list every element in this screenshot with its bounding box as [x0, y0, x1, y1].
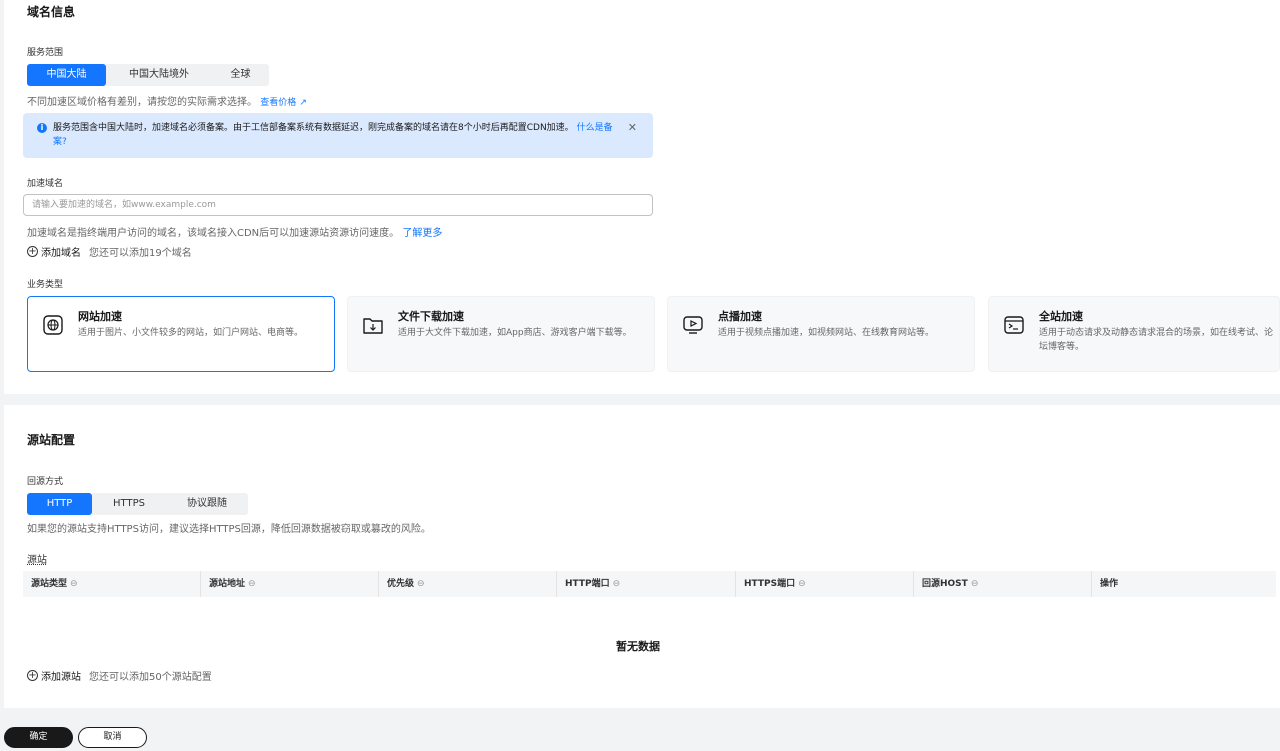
back-source-hint: 如果您的源站支持HTTPS访问，建议选择HTTPS回源，降低回源数据被窃取或篡改… — [27, 524, 431, 535]
col-label: 源站类型 — [31, 579, 68, 589]
back-source-https[interactable]: HTTPS — [92, 493, 166, 515]
price-hint: 不同加速区域价格有差别，请按您的实际需求选择。 查看价格 ↗ — [27, 93, 307, 108]
add-domain-button[interactable]: 添加域名 — [41, 244, 81, 259]
col-origin-address[interactable]: 源站地址 ⊖ — [201, 571, 379, 597]
sort-icon[interactable]: ⊖ — [613, 579, 621, 589]
sort-icon[interactable]: ⊖ — [70, 579, 78, 589]
back-source-follow[interactable]: 协议跟随 — [166, 493, 248, 515]
notice-text: 服务范围含中国大陆时，加速域名必须备案。由于工信部备案系统有数据延迟，刚完成备案… — [53, 123, 574, 133]
table-empty-text: 暂无数据 — [616, 640, 660, 653]
biz-desc: 适用于大文件下载加速，如App商店、游戏客户端下载等。 — [398, 328, 632, 338]
biz-title: 网站加速 — [78, 310, 122, 323]
col-http-port[interactable]: HTTP端口 ⊖ — [557, 571, 736, 597]
confirm-button[interactable]: 确定 — [4, 727, 73, 748]
col-label: HTTP端口 — [565, 579, 610, 589]
domain-name-input[interactable] — [23, 194, 653, 216]
col-label: HTTPS端口 — [744, 579, 796, 589]
col-back-source-host[interactable]: 回源HOST ⊖ — [914, 571, 1092, 597]
origin-config-title: 源站配置 — [27, 433, 76, 447]
origin-label: 源站 — [27, 555, 47, 566]
biz-desc: 适用于图片、小文件较多的网站，如门户网站、电商等。 — [78, 328, 304, 338]
back-source-selector: HTTP HTTPS 协议跟随 — [27, 493, 248, 515]
biz-card-full-site[interactable]: 全站加速 适用于动态请求及动静态请求混合的场景，如在线考试、论坛博客等。 — [988, 296, 1280, 372]
sort-icon[interactable]: ⊖ — [798, 579, 806, 589]
biz-title: 文件下载加速 — [398, 310, 464, 323]
biz-desc: 适用于视频点播加速，如视频网站、在线教育网站等。 — [718, 328, 935, 338]
folder-download-icon — [363, 318, 383, 334]
sort-icon[interactable]: ⊖ — [971, 579, 979, 589]
col-origin-type[interactable]: 源站类型 ⊖ — [23, 571, 201, 597]
service-scope-label: 服务范围 — [27, 48, 64, 58]
close-icon[interactable]: ✕ — [628, 121, 637, 134]
back-source-http[interactable]: HTTP — [27, 493, 92, 515]
add-origin-row[interactable]: + 添加源站 您还可以添加50个源站配置 — [27, 668, 212, 683]
origin-config-card — [4, 405, 1280, 708]
domain-name-label: 加速域名 — [27, 179, 64, 189]
origin-table-header: 源站类型 ⊖ 源站地址 ⊖ 优先级 ⊖ HTTP端口 ⊖ HTTPS端口 ⊖ 回源HOST… — [23, 571, 1276, 597]
domain-info-title: 域名信息 — [27, 5, 76, 19]
view-price-link[interactable]: 查看价格 — [260, 98, 296, 108]
biz-card-website[interactable]: 网站加速 适用于图片、小文件较多的网站，如门户网站、电商等。 — [27, 296, 335, 372]
service-scope-selector: 中国大陆 中国大陆境外 全球 — [27, 64, 269, 86]
price-hint-text: 不同加速区域价格有差别，请按您的实际需求选择。 — [27, 97, 257, 108]
biz-desc: 适用于动态请求及动静态请求混合的场景，如在线考试、论坛博客等。 — [1039, 328, 1274, 352]
sort-icon[interactable]: ⊖ — [248, 579, 256, 589]
add-origin-hint: 您还可以添加50个源站配置 — [89, 672, 212, 683]
video-play-icon — [683, 316, 703, 334]
col-priority[interactable]: 优先级 ⊖ — [379, 571, 557, 597]
col-label: 操作 — [1100, 579, 1119, 589]
sort-icon[interactable]: ⊖ — [417, 579, 425, 589]
globe-icon — [43, 315, 63, 335]
biz-title: 全站加速 — [1039, 310, 1083, 323]
plus-circle-icon: + — [27, 670, 38, 681]
plus-circle-icon: + — [27, 246, 38, 257]
add-domain-hint: 您还可以添加19个域名 — [89, 248, 192, 259]
terminal-icon — [1004, 316, 1024, 334]
col-label: 优先级 — [387, 579, 415, 589]
col-https-port[interactable]: HTTPS端口 ⊖ — [736, 571, 914, 597]
domain-hint-text: 加速域名是指终端用户访问的域名，该域名接入CDN后可以加速源站资源访问速度。 — [27, 228, 400, 239]
back-source-label: 回源方式 — [27, 477, 64, 487]
learn-more-link[interactable]: 了解更多 — [402, 228, 442, 239]
cancel-button[interactable]: 取消 — [78, 727, 147, 748]
external-link-icon: ↗ — [299, 98, 307, 108]
domain-name-hint: 加速域名是指终端用户访问的域名，该域名接入CDN后可以加速源站资源访问速度。 了… — [27, 224, 442, 239]
scope-option-mainland[interactable]: 中国大陆 — [27, 64, 106, 86]
biz-card-download[interactable]: 文件下载加速 适用于大文件下载加速，如App商店、游戏客户端下载等。 — [347, 296, 655, 372]
filing-notice-text: 服务范围含中国大陆时，加速域名必须备案。由于工信部备案系统有数据延迟，刚完成备案… — [53, 121, 623, 149]
biz-title: 点播加速 — [718, 310, 762, 323]
col-label: 回源HOST — [922, 579, 968, 589]
col-actions: 操作 — [1092, 571, 1276, 597]
filing-notice: i 服务范围含中国大陆时，加速域名必须备案。由于工信部备案系统有数据延迟，刚完成… — [23, 113, 653, 158]
add-domain-row[interactable]: + 添加域名 您还可以添加19个域名 — [27, 244, 192, 259]
business-type-label: 业务类型 — [27, 280, 64, 290]
scope-option-overseas[interactable]: 中国大陆境外 — [106, 64, 212, 86]
scope-option-global[interactable]: 全球 — [212, 64, 269, 86]
add-origin-button[interactable]: 添加源站 — [41, 668, 81, 683]
col-label: 源站地址 — [209, 579, 246, 589]
biz-card-vod[interactable]: 点播加速 适用于视频点播加速，如视频网站、在线教育网站等。 — [667, 296, 975, 372]
info-icon: i — [37, 123, 47, 133]
